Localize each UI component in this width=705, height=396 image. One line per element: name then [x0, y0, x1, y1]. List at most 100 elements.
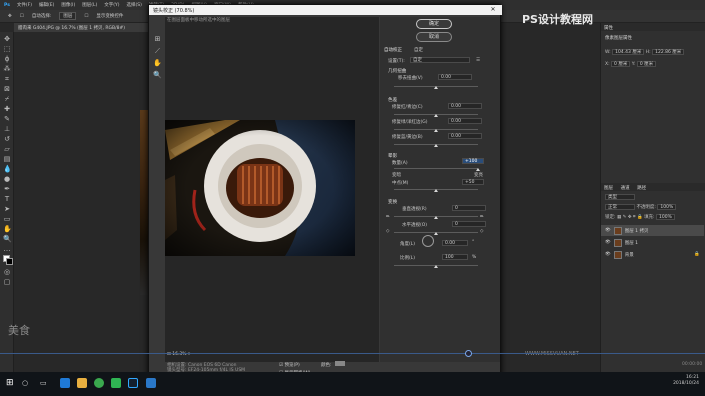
slider-knob[interactable] — [434, 129, 438, 132]
vertical-perspective-input[interactable]: 0 — [452, 205, 486, 211]
slider-knob[interactable] — [434, 189, 438, 192]
shape-icon[interactable]: ▭ — [3, 215, 11, 223]
move-tool-icon[interactable]: ✥ — [8, 14, 12, 19]
scale-input[interactable]: 100 — [442, 254, 468, 260]
w-input[interactable]: 104.43 厘米 — [612, 49, 645, 55]
h-input[interactable]: 122.86 厘米 — [652, 49, 685, 55]
opacity-input[interactable]: 100% — [657, 204, 677, 210]
layer-row[interactable]: 👁 图层 1 拷贝 — [601, 225, 704, 236]
chrome-icon[interactable] — [94, 378, 104, 388]
vignette-midpoint-input[interactable]: +50 — [462, 179, 484, 185]
eye-icon[interactable]: 👁 — [605, 228, 611, 233]
screen-mode-icon[interactable]: ▢ — [3, 278, 11, 286]
pen-icon[interactable]: ✒ — [3, 185, 11, 193]
tab-auto-correction[interactable]: 自动校正 — [384, 47, 402, 53]
settings-menu-icon[interactable]: ☰ — [476, 58, 480, 63]
slider-knob[interactable] — [434, 114, 438, 117]
tab-custom[interactable]: 自定 — [414, 47, 423, 53]
video-timeline[interactable] — [0, 353, 705, 354]
remove-distortion-input[interactable]: 0.00 — [438, 74, 472, 80]
auto-select-checkbox[interactable]: ☐ — [20, 14, 24, 19]
frame-icon[interactable]: ⊠ — [3, 85, 11, 93]
fix-red-cyan-input[interactable]: 0.00 — [448, 103, 482, 109]
remove-distortion-tool-icon[interactable]: ⊞ — [153, 35, 162, 43]
menu-type[interactable]: 文字(Y) — [104, 2, 119, 8]
fix-blue-yellow-input[interactable]: 0.00 — [448, 133, 482, 139]
vignette-amount-slider[interactable] — [394, 168, 478, 169]
slider-knob[interactable] — [476, 168, 480, 171]
eraser-icon[interactable]: ▱ — [3, 145, 11, 153]
y-input[interactable]: 0 厘米 — [636, 61, 657, 67]
straighten-tool-icon[interactable]: ⟋ — [153, 47, 162, 55]
history-brush-icon[interactable]: ↺ — [3, 135, 11, 143]
menu-file[interactable]: 文件(F) — [17, 2, 32, 8]
fix-green-magenta-input[interactable]: 0.00 — [448, 118, 482, 124]
preview-checkbox[interactable]: ☑ 预览(P) — [279, 362, 300, 368]
windows-start-icon[interactable]: ⊞ — [6, 378, 16, 388]
properties-tab[interactable]: 属性 — [601, 23, 616, 33]
move-icon[interactable]: ✥ — [3, 35, 11, 43]
channels-tab[interactable]: 通道 — [618, 183, 633, 193]
horizontal-perspective-input[interactable]: 0 — [452, 221, 486, 227]
hand-icon[interactable]: ✋ — [3, 225, 12, 233]
lock-icons[interactable]: ▦ ✎ ✥ ⌗ 🔒 — [617, 215, 643, 220]
quick-mask-icon[interactable]: ◎ — [3, 268, 11, 276]
background-color-swatch[interactable] — [6, 258, 13, 265]
angle-dial[interactable] — [422, 235, 434, 247]
blur-icon[interactable]: 💧 — [3, 165, 12, 173]
menu-layer[interactable]: 图层(L) — [82, 2, 97, 8]
paths-tab[interactable]: 路径 — [634, 183, 649, 193]
angle-input[interactable]: 0.00 — [442, 240, 468, 246]
photoshop-taskbar-icon[interactable] — [128, 378, 138, 388]
timeline-knob[interactable] — [465, 350, 472, 357]
menu-image[interactable]: 图像(I) — [61, 2, 75, 8]
fill-input[interactable]: 100% — [656, 214, 675, 220]
document-tab[interactable]: 腊肉来 G404.JPG @ 16.7% (图层 1 拷贝, RGB/8#) — [14, 23, 149, 32]
slider-knob[interactable] — [434, 232, 438, 235]
slider-knob[interactable] — [434, 216, 438, 219]
slider-knob[interactable] — [434, 144, 438, 147]
marquee-icon[interactable]: ⬚ — [3, 45, 11, 53]
gradient-icon[interactable]: ▤ — [3, 155, 11, 163]
stamp-icon[interactable]: ⊥ — [3, 125, 11, 133]
grid-color-swatch[interactable] — [335, 361, 345, 366]
magic-wand-icon[interactable]: ⁂ — [3, 65, 11, 73]
edge-icon[interactable] — [60, 378, 70, 388]
search-icon[interactable]: ○ — [22, 378, 32, 388]
layer-row[interactable]: 👁 图层 1 — [601, 237, 704, 248]
dialog-close-button[interactable]: ✕ — [486, 5, 500, 15]
app-taskbar-icon[interactable] — [146, 378, 156, 388]
show-transform-checkbox[interactable]: ☐ — [84, 14, 88, 19]
ok-button[interactable]: 确定 — [416, 19, 452, 29]
x-input[interactable]: 0 厘米 — [611, 61, 631, 67]
vignette-amount-input[interactable]: +100 — [462, 158, 484, 164]
explorer-icon[interactable] — [77, 378, 87, 388]
dodge-icon[interactable]: ● — [3, 175, 11, 183]
settings-dropdown[interactable]: 自定 — [410, 57, 470, 63]
menu-select[interactable]: 选择(S) — [127, 2, 142, 8]
blend-mode-dropdown[interactable]: 正常 — [605, 204, 635, 210]
menu-edit[interactable]: 编辑(E) — [39, 2, 54, 8]
layers-tab[interactable]: 图层 — [601, 183, 616, 193]
auto-select-target-dropdown[interactable]: 图层 — [59, 12, 77, 20]
type-icon[interactable]: T — [3, 195, 11, 203]
zoom-icon[interactable]: 🔍 — [153, 71, 162, 79]
crop-icon[interactable]: ⌗ — [3, 75, 11, 83]
wechat-icon[interactable] — [111, 378, 121, 388]
slider-knob[interactable] — [434, 86, 438, 89]
zoom-icon[interactable]: 🔍 — [3, 235, 12, 243]
eye-icon[interactable]: 👁 — [605, 252, 611, 257]
hand-icon[interactable]: ✋ — [153, 59, 162, 67]
more-tools-icon[interactable]: … — [3, 245, 11, 253]
cancel-button[interactable]: 取消 — [416, 32, 452, 42]
slider-knob[interactable] — [434, 265, 438, 268]
layer-row[interactable]: 👁 背景 🔒 — [601, 249, 704, 260]
system-clock[interactable]: 16:21 2018/10/24 — [673, 375, 699, 387]
path-select-icon[interactable]: ➤ — [3, 205, 11, 213]
lasso-icon[interactable]: ϕ — [3, 55, 11, 63]
eyedropper-icon[interactable]: ⌿ — [3, 95, 11, 103]
brush-icon[interactable]: ✎ — [3, 115, 11, 123]
healing-icon[interactable]: ✚ — [3, 105, 11, 113]
eye-icon[interactable]: 👁 — [605, 240, 611, 245]
task-view-icon[interactable]: ▭ — [40, 378, 50, 388]
